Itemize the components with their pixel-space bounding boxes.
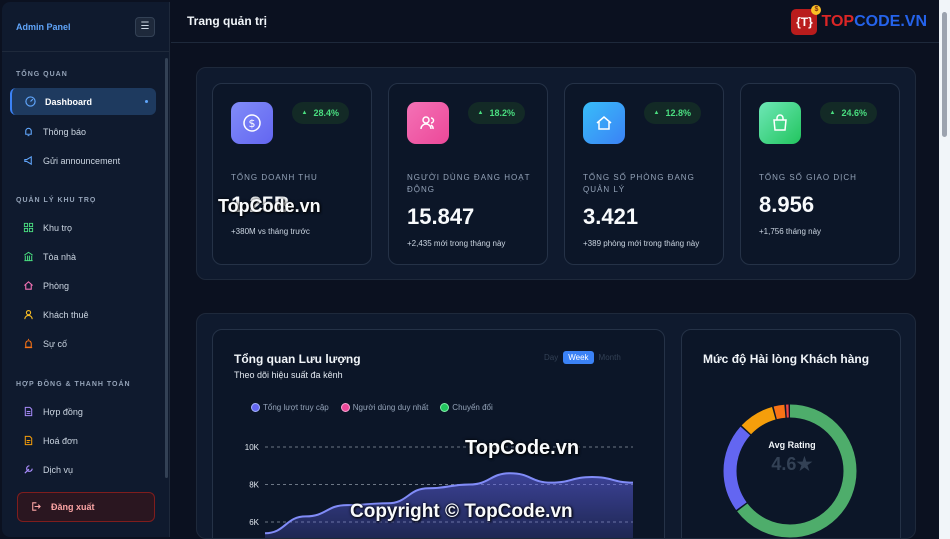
stat-label: TỔNG DOANH THU [231,173,318,182]
logo-text-a: TOP [821,13,855,30]
sidebar: Admin Panel ☰ TỔNG QUAN Dashboard Thông … [2,2,170,537]
sidebar-item-label: Tòa nhà [43,251,77,262]
stat-label: TỔNG SỐ GIAO DỊCH [759,173,857,182]
stat-sub: +1,756 tháng này [759,227,822,236]
brand-name: Admin Panel [16,21,71,32]
page-title: Trang quản trị [187,14,268,28]
users-icon [407,102,449,144]
satisfaction-panel: Mức độ Hài lòng Khách hàng Avg Rating 4.… [681,329,901,538]
sidebar-item-label: Khu trọ [43,222,73,233]
logout-label: Đăng xuất [51,502,95,512]
megaphone-icon [22,155,34,167]
home-icon [22,280,34,292]
stat-card-active-users: ▲ 18.2% NGƯỜI DÙNG ĐANG HOẠT ĐỘNG 15.847 … [388,83,548,265]
donut-center: Avg Rating 4.6★ [742,440,842,475]
logo-mark: {T} [791,5,822,35]
sidebar-item-su-co[interactable]: Sự cố [10,330,156,357]
change-badge: ▲ 28.4% [291,102,349,124]
dashboard-icon [24,96,36,108]
y-tick-label: 8K [249,481,259,490]
sidebar-item-khu-tro[interactable]: Khu trọ [10,214,156,241]
y-tick-label: 6K [249,518,259,527]
bell-icon [22,126,34,138]
top-bar: Trang quản trị {T} TOP CODE.VN [171,2,939,43]
stat-sub: +389 phòng mới trong tháng này [583,239,700,248]
stat-card-revenue: $ ▲ 28.4% TỔNG DOANH THU 1.25B +380M vs t… [212,83,372,265]
watermark-copyright: Copyright © TopCode.vn [350,501,573,522]
sidebar-item-notifications[interactable]: Thông báo [10,118,156,145]
scrollbar-thumb[interactable] [942,12,947,137]
building-icon [22,251,34,263]
stats-section: $ ▲ 28.4% TỔNG DOANH THU 1.25B +380M vs t… [196,67,916,280]
y-tick-label: 10K [245,443,260,452]
stat-card-transactions: ▲ 24.6% TỔNG SỐ GIAO DỊCH 8.956 +1,756 th… [740,83,900,265]
sidebar-item-phong[interactable]: Phòng [10,272,156,299]
sidebar-item-khach-thue[interactable]: Khách thuê [10,301,156,328]
stat-label: TỔNG SỐ PHÒNG ĐANG QUẢN LÝ [583,173,695,194]
watermark-logo: {T} TOP CODE.VN [791,5,927,35]
stat-value: 15.847 [407,204,475,229]
sidebar-item-label: Dịch vụ [43,464,74,475]
sidebar-item-label: Hợp đồng [43,406,83,417]
sidebar-item-label: Hoá đơn [43,435,78,446]
sidebar-toggle-icon[interactable]: ☰ [135,16,155,37]
section-contracts: HỢP ĐỒNG & THANH TOÁN [16,381,131,388]
sidebar-scrollbar[interactable] [165,58,168,478]
wrench-icon [22,464,34,476]
sidebar-item-label: Phòng [43,280,70,291]
sidebar-item-label: Thông báo [43,126,87,137]
avg-rating-value: 4.6★ [771,454,813,474]
avg-rating-label: Avg Rating [768,440,816,450]
watermark-text: TopCode.vn [465,437,580,459]
alarm-icon [22,338,34,350]
watermark-text: TopCode.vn [218,196,321,216]
sidebar-item-label: Khách thuê [43,309,89,320]
home-icon [583,102,625,144]
active-dot [145,100,148,103]
stat-sub: +2,435 mới trong tháng này [407,239,506,248]
change-badge: ▲ 18.2% [467,102,525,124]
sidebar-item-announcement[interactable]: Gửi announcement [10,147,156,174]
sidebar-item-dashboard[interactable]: Dashboard [10,88,156,115]
logo-text-b: CODE.VN [854,13,927,30]
change-badge: ▲ 12.8% [643,102,701,124]
sidebar-item-label: Sự cố [43,338,68,349]
sidebar-header: Admin Panel ☰ [2,2,169,52]
dollar-icon: $ [231,102,273,144]
shopping-bag-icon [759,102,801,144]
stat-label: NGƯỜI DÙNG ĐANG HOẠT ĐỘNG [407,173,531,194]
stat-value: 8.956 [759,192,815,217]
section-overview: TỔNG QUAN [16,71,68,78]
logout-button[interactable]: Đăng xuất [17,492,155,522]
stat-value: 3.421 [583,204,639,229]
stat-card-rooms: ▲ 12.8% TỔNG SỐ PHÒNG ĐANG QUẢN LÝ 3.421 … [564,83,724,265]
sidebar-item-dich-vu[interactable]: Dịch vụ [10,456,156,483]
svg-text:$: $ [249,117,256,130]
user-icon [22,309,34,321]
logout-icon [30,501,41,514]
satisfaction-donut [723,404,857,538]
sidebar-item-hoa-don[interactable]: Hoá đơn [10,427,156,454]
change-badge: ▲ 24.6% [819,102,877,124]
section-management: QUẢN LÝ KHU TRỌ [16,197,97,204]
sidebar-item-hop-dong[interactable]: Hợp đồng [10,398,156,425]
sidebar-item-label: Gửi announcement [43,155,121,166]
invoice-icon [22,435,34,447]
sidebar-item-toa-nha[interactable]: Tòa nhà [10,243,156,270]
sidebar-item-label: Dashboard [45,96,93,107]
window-scrollbar[interactable] [939,0,950,539]
grid-icon [22,222,34,234]
document-icon [22,406,34,418]
stat-sub: +380M vs tháng trước [231,227,310,236]
